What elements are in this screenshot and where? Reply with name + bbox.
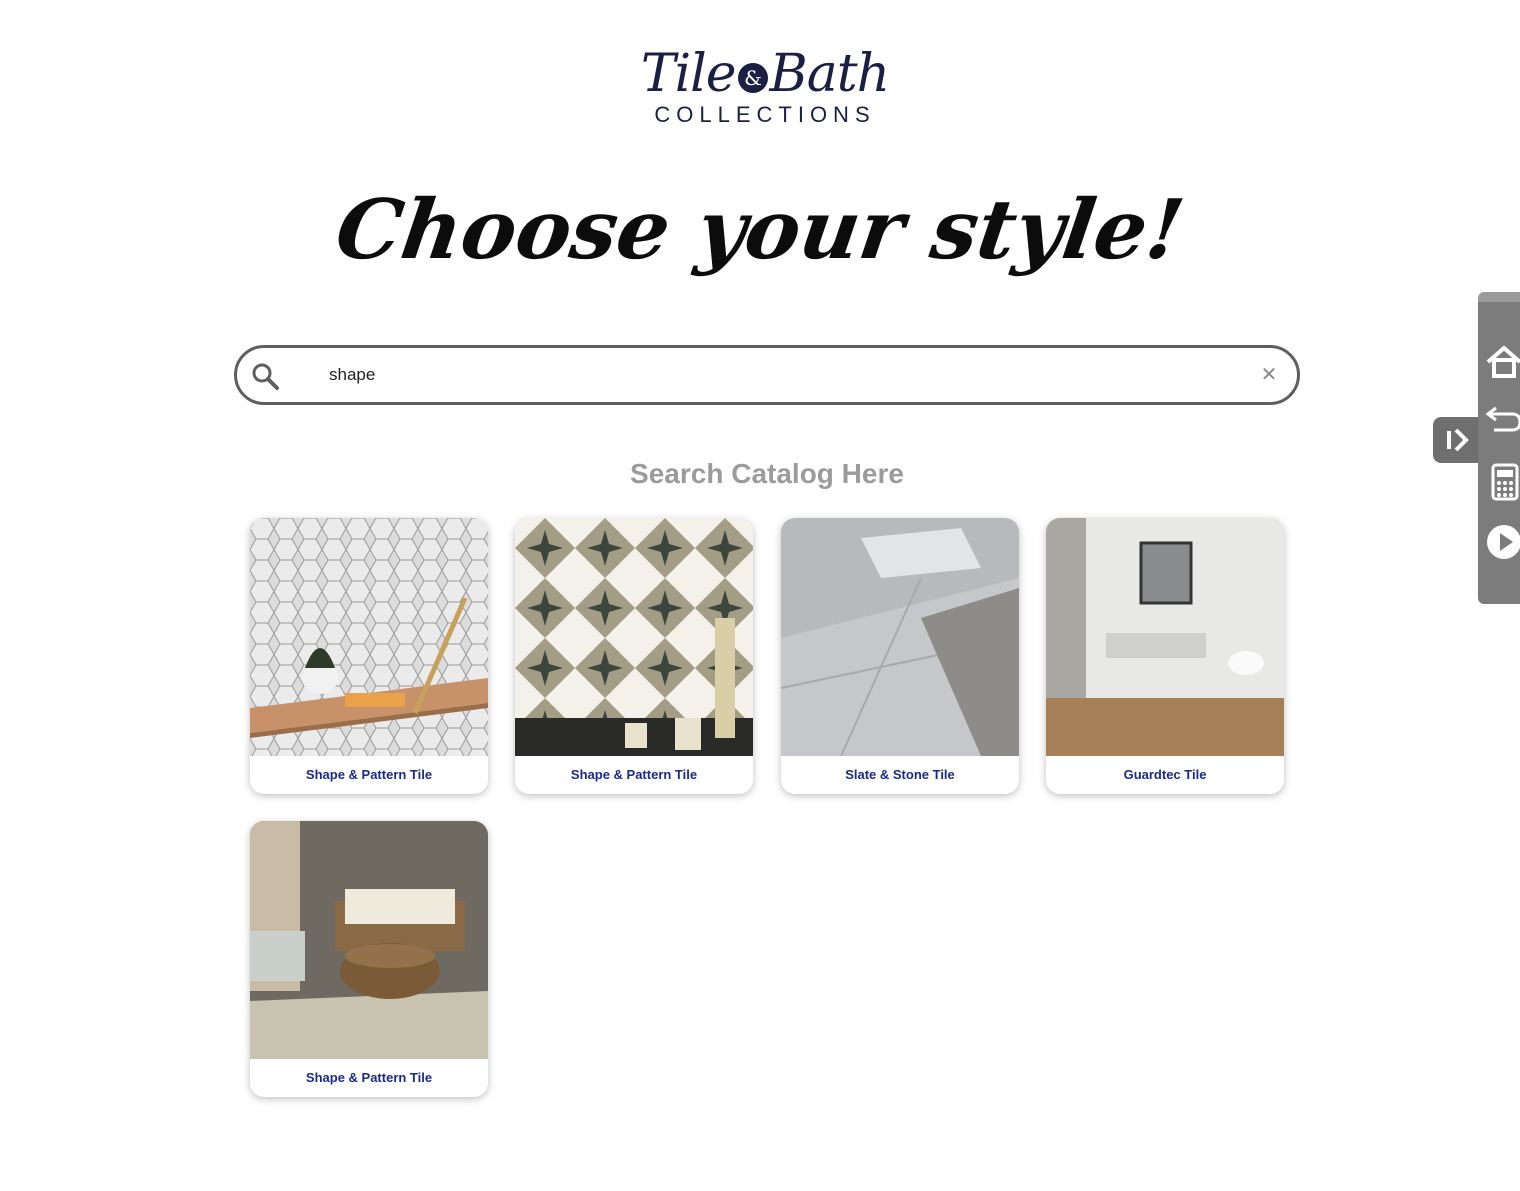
home-button[interactable] <box>1484 342 1520 382</box>
play-button[interactable] <box>1484 522 1520 562</box>
result-label: Shape & Pattern Tile <box>305 767 433 782</box>
side-toolbar <box>1478 292 1520 604</box>
result-card[interactable]: Shape & Pattern Tile <box>250 821 488 1097</box>
calculator-icon <box>1491 463 1519 501</box>
logo-word-tile: Tile <box>640 44 737 104</box>
logo-subtitle: COLLECTIONS <box>654 102 876 127</box>
result-label: Shape & Pattern Tile <box>305 1070 433 1085</box>
result-card[interactable]: Slate & Stone Tile <box>781 518 1019 794</box>
play-icon <box>1487 525 1520 559</box>
search-caption: Search Catalog Here <box>630 458 904 489</box>
result-card[interactable]: Shape & Pattern Tile <box>515 518 753 794</box>
result-image <box>250 518 488 756</box>
clear-search-icon[interactable]: ✕ <box>1257 363 1281 387</box>
calculator-button[interactable] <box>1484 462 1520 502</box>
search-icon[interactable] <box>251 362 279 390</box>
search-bar[interactable]: ✕ <box>234 345 1300 405</box>
home-icon <box>1486 345 1520 378</box>
result-image <box>250 821 488 1059</box>
page-headline: Choose your style! <box>330 182 1190 278</box>
result-card[interactable]: Guardtec Tile <box>1046 518 1284 794</box>
brand-logo[interactable]: Tile & Bath COLLECTIONS <box>640 42 890 142</box>
logo-script: Tile & Bath <box>640 42 890 106</box>
result-image <box>781 518 1019 756</box>
result-label: Guardtec Tile <box>1123 767 1207 782</box>
result-image <box>1046 518 1284 756</box>
result-label: Shape & Pattern Tile <box>570 767 698 782</box>
back-icon <box>1485 406 1520 432</box>
logo-word-bath: Bath <box>769 44 891 104</box>
result-image <box>515 518 753 756</box>
result-label: Slate & Stone Tile <box>845 767 955 782</box>
back-button[interactable] <box>1484 402 1520 442</box>
search-input[interactable] <box>329 358 1229 392</box>
result-card[interactable]: Shape & Pattern Tile <box>250 518 488 794</box>
logo-ampersand: & <box>737 62 768 93</box>
